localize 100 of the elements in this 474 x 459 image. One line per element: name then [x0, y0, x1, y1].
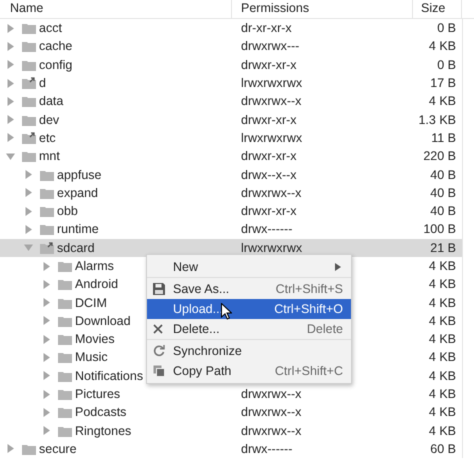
permissions-text: drwxrwx--x [241, 94, 302, 108]
folder-icon [58, 278, 72, 290]
file-name: mnt [39, 149, 60, 164]
file-size: 4 KB [428, 350, 456, 364]
permissions-text: drwxr-xr-x [241, 58, 297, 72]
collapsed-arrow-icon[interactable] [6, 78, 15, 88]
file-size: 100 B [423, 222, 456, 236]
file-name: Alarms [75, 259, 114, 273]
file-name: appfuse [57, 168, 102, 182]
selected-row[interactable]: sdcard lrwxrwxrwx 21 B [0, 238, 462, 257]
file-name: dev [39, 112, 60, 127]
file-size: 1.3 KB [418, 112, 456, 127]
collapsed-arrow-icon[interactable] [42, 371, 51, 380]
collapsed-arrow-icon[interactable] [24, 224, 33, 234]
file-size: 60 B [430, 442, 456, 456]
folder-icon [22, 442, 36, 455]
folder-icon [58, 388, 72, 400]
file-size: 21 B [430, 240, 456, 255]
menu-item[interactable]: Upload... Ctrl+Shift+O [147, 299, 351, 319]
file-name: Music [75, 350, 108, 364]
collapsed-arrow-icon[interactable] [42, 298, 51, 308]
copy-icon [153, 365, 165, 377]
collapsed-arrow-icon[interactable] [6, 24, 15, 33]
file-size: 11 B [431, 130, 456, 145]
file-size: 40 B [430, 204, 456, 218]
folder-icon [40, 186, 54, 199]
file-size: 4 KB [428, 94, 456, 108]
file-name: acct [39, 21, 62, 36]
permissions-text: drwxrwx--x [241, 424, 302, 438]
collapsed-arrow-icon[interactable] [6, 444, 15, 454]
folder-icon [58, 351, 72, 364]
permissions-text: drwxrwx--x [241, 387, 302, 402]
collapsed-arrow-icon[interactable] [6, 115, 15, 124]
menu-item[interactable]: Save As... Ctrl+Shift+S [147, 279, 351, 299]
permissions-text: lrwxrwxrwx [241, 76, 302, 90]
file-name: data [39, 94, 64, 108]
file-size: 4 KB [428, 296, 456, 310]
collapsed-arrow-icon[interactable] [42, 334, 51, 344]
file-size: 4 KB [428, 259, 456, 273]
permissions-text: dr-xr-xr-x [241, 21, 292, 36]
permissions-text: drwxrwx--x [241, 186, 302, 200]
collapsed-arrow-icon[interactable] [6, 96, 15, 106]
menu-item[interactable]: New [147, 257, 351, 278]
collapsed-arrow-icon[interactable] [42, 408, 51, 417]
shortcut-text: Ctrl+Shift+O [274, 302, 343, 316]
file-size: 4 KB [428, 39, 456, 54]
folder-icon [22, 150, 36, 162]
collapsed-arrow-icon[interactable] [42, 280, 51, 289]
file-name: etc [39, 130, 56, 145]
expanded-arrow-icon[interactable] [6, 152, 15, 161]
file-size: 17 B [430, 76, 456, 90]
folder-icon [22, 22, 36, 34]
file-size: 4 KB [428, 277, 456, 292]
file-name: d [39, 76, 46, 90]
collapsed-arrow-icon[interactable] [24, 170, 33, 180]
collapsed-arrow-icon[interactable] [24, 206, 33, 216]
folder-icon [40, 223, 54, 236]
permissions-text: drwxrwx--- [241, 39, 300, 54]
folder-icon [58, 314, 72, 327]
menu-item[interactable]: Delete... Delete [147, 319, 351, 340]
permissions-text: drwx--x--x [241, 168, 297, 182]
menu-item[interactable]: Synchronize [147, 341, 351, 361]
menu-item[interactable]: Copy Path Ctrl+Shift+C [147, 361, 351, 381]
file-name: sdcard [57, 240, 95, 255]
column-header[interactable]: Size [413, 0, 462, 18]
shortcut-text: Ctrl+Shift+S [276, 282, 343, 296]
collapsed-arrow-icon[interactable] [6, 60, 15, 70]
column-header[interactable]: Permissions [232, 0, 413, 18]
column-header[interactable]: Name [0, 0, 232, 18]
collapsed-arrow-icon[interactable] [42, 352, 51, 362]
file-size: 0 B [437, 58, 456, 72]
folder-icon [22, 40, 36, 52]
close-icon [153, 324, 163, 334]
collapsed-arrow-icon[interactable] [42, 262, 51, 270]
folder-icon [58, 333, 72, 346]
collapsed-arrow-icon[interactable] [42, 426, 51, 436]
folder-icon [22, 58, 36, 71]
collapsed-arrow-icon[interactable] [24, 188, 33, 198]
mouse-pointer-icon [221, 303, 232, 320]
file-name: DCIM [75, 296, 107, 310]
file-name: Movies [75, 332, 115, 346]
file-name: config [39, 58, 72, 72]
permissions-text: drwx------ [241, 442, 292, 456]
permissions-text: drwx------ [241, 222, 292, 236]
file-size: 40 B [430, 168, 456, 182]
folder-icon [58, 296, 72, 309]
file-name: Ringtones [75, 424, 132, 438]
file-name: Notifications [75, 368, 144, 383]
folder-shortcut-icon [22, 77, 36, 90]
file-size: 4 KB [428, 387, 456, 402]
collapsed-arrow-icon[interactable] [6, 42, 15, 51]
collapsed-arrow-icon[interactable] [42, 316, 51, 326]
file-name: Pictures [75, 387, 120, 402]
file-size: 0 B [437, 21, 456, 36]
expanded-arrow-icon[interactable] [24, 243, 33, 252]
permissions-text: lrwxrwxrwx [241, 130, 302, 145]
collapsed-arrow-icon[interactable] [42, 390, 51, 399]
folder-icon [22, 95, 36, 108]
permissions-text: drwxr-xr-x [241, 112, 297, 127]
collapsed-arrow-icon[interactable] [6, 133, 15, 142]
